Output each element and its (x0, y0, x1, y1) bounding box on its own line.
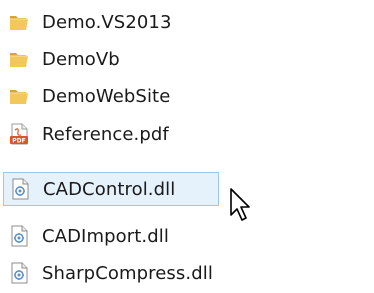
folder-icon (10, 53, 28, 67)
file-row-cadimport-dll[interactable]: CADImport.dll (6, 219, 206, 253)
file-row-demo-vs2013[interactable]: Demo.VS2013 (6, 5, 206, 39)
file-name: SharpCompress.dll (42, 262, 213, 284)
file-row-demowebsite[interactable]: DemoWebSite (6, 79, 206, 113)
file-name: CADImport.dll (42, 225, 169, 247)
file-name: DemoWebSite (42, 85, 171, 107)
file-name: CADControl.dll (43, 178, 176, 200)
file-row-cadcontrol-dll[interactable]: CADControl.dll (3, 172, 219, 206)
file-row-sharpcompress-dll[interactable]: SharpCompress.dll (6, 256, 226, 290)
file-name: Reference.pdf (42, 123, 169, 145)
file-row-reference-pdf[interactable]: PDF Reference.pdf (6, 117, 206, 151)
file-name: DemoVb (42, 48, 120, 70)
file-row-demovb[interactable]: DemoVb (6, 42, 206, 76)
pdf-badge-text: PDF (12, 138, 25, 145)
dll-file-icon (12, 178, 29, 200)
file-list: Demo.VS2013 DemoVb DemoWebSite PDF Refer… (0, 0, 374, 293)
folder-icon (10, 16, 28, 30)
dll-file-icon (11, 262, 28, 284)
mouse-pointer-icon (230, 188, 250, 221)
file-name: Demo.VS2013 (42, 11, 172, 33)
dll-file-icon (11, 225, 28, 247)
pdf-file-icon: PDF (10, 123, 28, 145)
folder-icon (10, 90, 28, 104)
